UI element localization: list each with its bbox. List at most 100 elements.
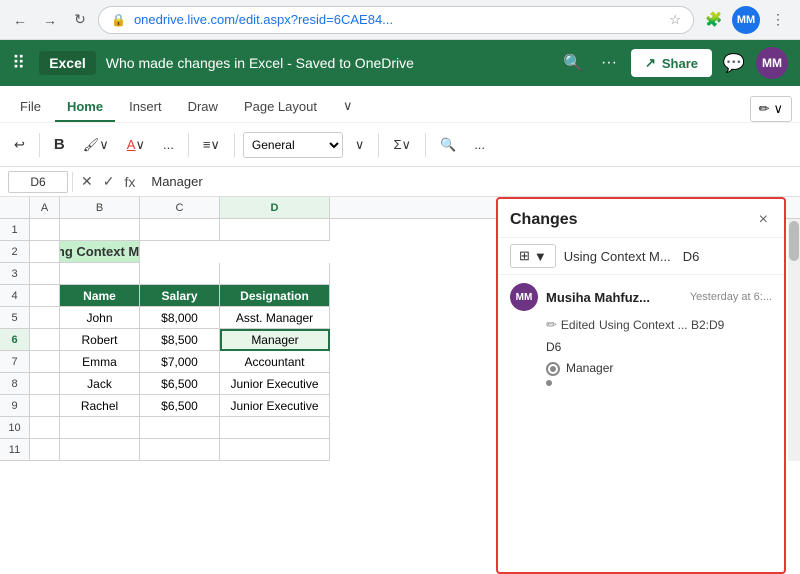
- tab-file[interactable]: File: [8, 93, 53, 122]
- cell-a9[interactable]: [30, 395, 60, 417]
- cell-d6[interactable]: Manager: [220, 329, 330, 351]
- back-button[interactable]: ←: [8, 8, 32, 32]
- cell-a2[interactable]: [30, 241, 60, 263]
- changes-close-button[interactable]: ×: [755, 209, 772, 231]
- filter-button[interactable]: ⊞ ▼: [510, 244, 556, 268]
- row-header-11[interactable]: 11: [0, 439, 30, 461]
- more-button[interactable]: ···: [595, 49, 623, 77]
- row-header-10[interactable]: 10: [0, 417, 30, 439]
- cell-c1[interactable]: [140, 219, 220, 241]
- share-button[interactable]: ↗ Share: [631, 49, 712, 77]
- cell-a3[interactable]: [30, 263, 60, 285]
- vertical-scrollbar[interactable]: [788, 219, 800, 461]
- cell-a10[interactable]: [30, 417, 60, 439]
- row-header-6[interactable]: 6: [0, 329, 30, 351]
- cell-b3[interactable]: [60, 263, 140, 285]
- cell-ref-box[interactable]: D6: [8, 171, 68, 193]
- pencil-icon: ✏: [759, 101, 770, 117]
- cell-d4[interactable]: Designation: [220, 285, 330, 307]
- tab-page-layout[interactable]: Page Layout: [232, 93, 329, 122]
- number-format-dropdown[interactable]: ∨: [349, 131, 371, 159]
- cancel-formula-btn[interactable]: ✕: [77, 171, 97, 192]
- cell-a5[interactable]: [30, 307, 60, 329]
- row-header-3[interactable]: 3: [0, 263, 30, 285]
- cell-b11[interactable]: [60, 439, 140, 461]
- tab-home[interactable]: Home: [55, 93, 115, 122]
- cell-a6[interactable]: [30, 329, 60, 351]
- cell-d11[interactable]: [220, 439, 330, 461]
- row-header-9[interactable]: 9: [0, 395, 30, 417]
- tab-more[interactable]: ∨: [331, 92, 365, 122]
- cell-c6[interactable]: $8,500: [140, 329, 220, 351]
- cell-b5[interactable]: John: [60, 307, 140, 329]
- cell-a11[interactable]: [30, 439, 60, 461]
- cell-b10[interactable]: [60, 417, 140, 439]
- extensions-button[interactable]: 🧩: [700, 6, 728, 34]
- highlight-color-button[interactable]: 🖌∨: [77, 131, 115, 159]
- col-header-c[interactable]: C: [140, 197, 220, 218]
- cell-c5[interactable]: $8,000: [140, 307, 220, 329]
- cell-c11[interactable]: [140, 439, 220, 461]
- lock-icon: 🔒: [111, 13, 126, 27]
- more-tools-btn[interactable]: ...: [468, 131, 491, 159]
- cell-c7[interactable]: $7,000: [140, 351, 220, 373]
- title-cell[interactable]: Using Context Menu: [60, 241, 140, 263]
- bold-button[interactable]: B: [48, 131, 71, 159]
- user-avatar-header[interactable]: MM: [756, 47, 788, 79]
- search-button[interactable]: 🔍: [559, 49, 587, 77]
- cell-c3[interactable]: [140, 263, 220, 285]
- cell-b8[interactable]: Jack: [60, 373, 140, 395]
- cell-c4[interactable]: Salary: [140, 285, 220, 307]
- comments-button[interactable]: 💬: [720, 49, 748, 77]
- font-color-button[interactable]: A∨: [121, 131, 151, 159]
- cell-d5[interactable]: Asst. Manager: [220, 307, 330, 329]
- cell-d7[interactable]: Accountant: [220, 351, 330, 373]
- row-header-2[interactable]: 2: [0, 241, 30, 263]
- cell-d1[interactable]: [220, 219, 330, 241]
- cell-b4[interactable]: Name: [60, 285, 140, 307]
- cell-b7[interactable]: Emma: [60, 351, 140, 373]
- forward-button[interactable]: →: [38, 8, 62, 32]
- profile-icon[interactable]: MM: [732, 6, 760, 34]
- row-header-1[interactable]: 1: [0, 219, 30, 241]
- col-header-b[interactable]: B: [60, 197, 140, 218]
- edit-mode-btn[interactable]: ✏ ∨: [750, 96, 792, 122]
- row-header-7[interactable]: 7: [0, 351, 30, 373]
- edit-dropdown: ∨: [773, 101, 783, 117]
- cell-d10[interactable]: [220, 417, 330, 439]
- undo-button[interactable]: ↩: [8, 131, 31, 159]
- cell-b6[interactable]: Robert: [60, 329, 140, 351]
- cell-d3[interactable]: [220, 263, 330, 285]
- find-button[interactable]: 🔍: [434, 131, 462, 159]
- number-format-select[interactable]: General: [243, 132, 343, 158]
- tab-draw[interactable]: Draw: [176, 93, 230, 122]
- cell-c9[interactable]: $6,500: [140, 395, 220, 417]
- row-header-5[interactable]: 5: [0, 307, 30, 329]
- cell-c10[interactable]: [140, 417, 220, 439]
- apps-icon[interactable]: ⠿: [12, 53, 25, 74]
- cell-a1[interactable]: [30, 219, 60, 241]
- col-header-d[interactable]: D: [220, 197, 330, 218]
- row-header-4[interactable]: 4: [0, 285, 30, 307]
- tab-insert[interactable]: Insert: [117, 93, 174, 122]
- cell-a4[interactable]: [30, 285, 60, 307]
- more-options-button[interactable]: ⋮: [764, 6, 792, 34]
- col-header-a[interactable]: A: [30, 197, 60, 218]
- refresh-button[interactable]: ↻: [68, 8, 92, 32]
- confirm-formula-btn[interactable]: ✓: [99, 171, 119, 192]
- address-bar[interactable]: 🔒 onedrive.live.com/edit.aspx?resid=6CAE…: [98, 6, 694, 34]
- more-format-btn[interactable]: ...: [157, 131, 180, 159]
- filter-icon: ⊞: [519, 248, 530, 264]
- cell-d8[interactable]: Junior Executive: [220, 373, 330, 395]
- sum-button[interactable]: Σ∨: [387, 131, 417, 159]
- insert-function-btn[interactable]: fx: [120, 171, 139, 192]
- cell-b9[interactable]: Rachel: [60, 395, 140, 417]
- cell-a7[interactable]: [30, 351, 60, 373]
- align-button[interactable]: ≡∨: [197, 131, 226, 159]
- row-header-8[interactable]: 8: [0, 373, 30, 395]
- divider-4: [378, 133, 379, 157]
- cell-a8[interactable]: [30, 373, 60, 395]
- cell-c8[interactable]: $6,500: [140, 373, 220, 395]
- cell-d9[interactable]: Junior Executive: [220, 395, 330, 417]
- cell-b1[interactable]: [60, 219, 140, 241]
